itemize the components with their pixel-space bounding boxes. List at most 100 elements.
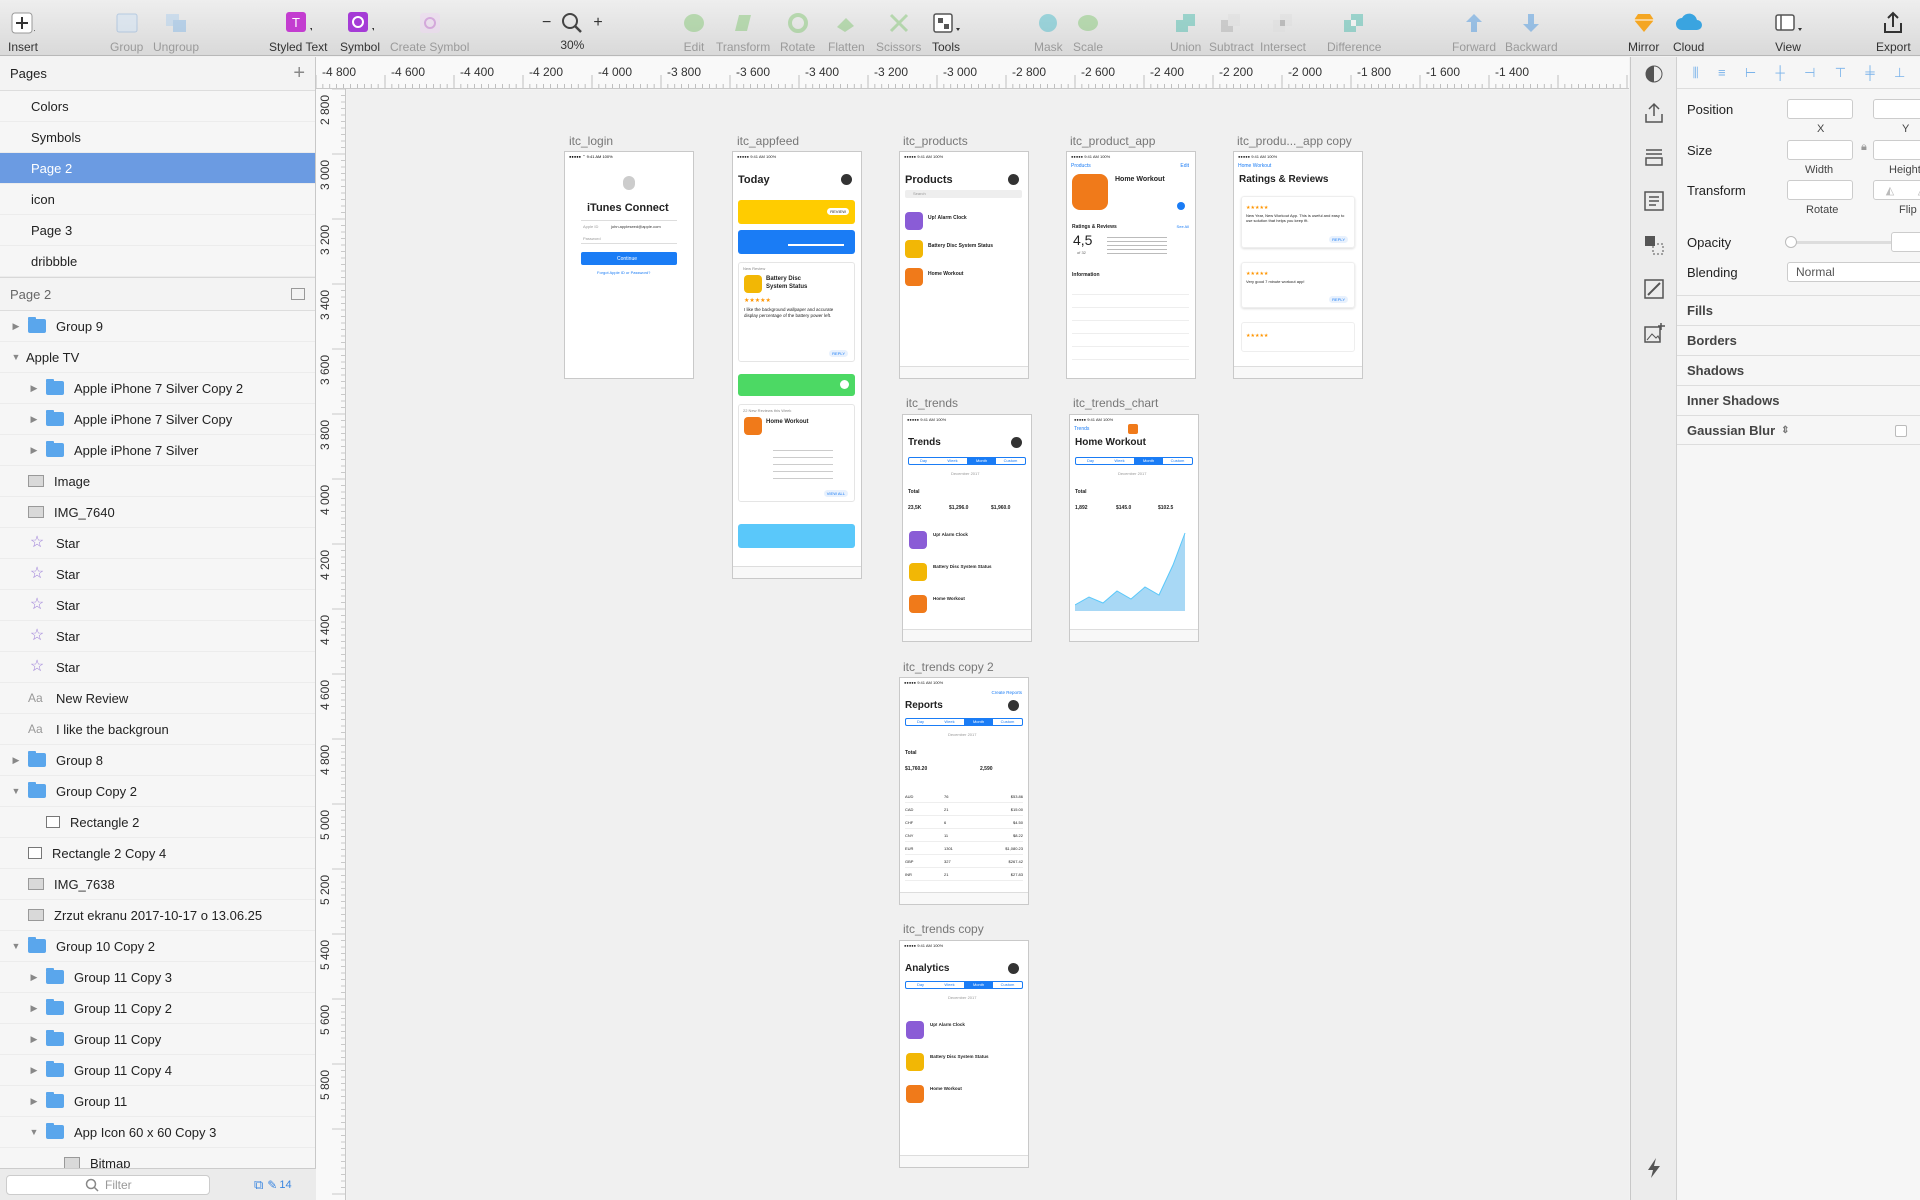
layer-row[interactable]: ▶ Group 9 bbox=[0, 311, 315, 342]
disclosure-down-icon[interactable]: ▼ bbox=[10, 940, 22, 952]
cloud-button[interactable]: Cloud bbox=[1673, 4, 1704, 54]
ungroup-button[interactable]: Ungroup bbox=[153, 4, 199, 54]
new-review-card[interactable]: New Review Battery Disc System Status ★★… bbox=[738, 262, 855, 362]
styled-text-button[interactable]: T Styled Text bbox=[269, 4, 327, 54]
artboard-name-product-app-copy[interactable]: itc_produ..._app copy bbox=[1237, 134, 1352, 148]
union-button[interactable]: Union bbox=[1170, 4, 1201, 54]
align-center-h-icon[interactable]: ┼ bbox=[1776, 65, 1785, 80]
page-item[interactable]: icon bbox=[0, 184, 315, 215]
layer-row[interactable]: ▶ Group 8 bbox=[0, 745, 315, 776]
distribute-h-icon[interactable]: ⫼ bbox=[1693, 65, 1699, 81]
position-y-input[interactable] bbox=[1873, 99, 1920, 119]
review-card[interactable]: ★★★★★ New Year, New Workout App. This is… bbox=[1241, 196, 1355, 248]
rotate-button[interactable]: Rotate bbox=[780, 4, 815, 54]
distribute-v-icon[interactable]: ≡ bbox=[1718, 65, 1726, 80]
artboard-name-product-app[interactable]: itc_product_app bbox=[1070, 134, 1155, 148]
shadows-section[interactable]: Shadows bbox=[1677, 355, 1920, 385]
layer-row[interactable]: IMG_7640 bbox=[0, 497, 315, 528]
view-button[interactable]: View bbox=[1774, 4, 1802, 54]
layer-row[interactable]: ▶ Apple iPhone 7 Silver Copy 2 bbox=[0, 373, 315, 404]
align-bottom-icon[interactable]: ⊥ bbox=[1894, 65, 1905, 81]
review-card[interactable]: REVIEW bbox=[738, 200, 855, 224]
layout-icon[interactable] bbox=[1631, 135, 1677, 179]
insert-button[interactable]: Insert bbox=[8, 4, 38, 54]
flatten-button[interactable]: Flatten bbox=[828, 4, 865, 54]
subtract-button[interactable]: Subtract bbox=[1209, 4, 1254, 54]
layer-row[interactable]: ☆ Star bbox=[0, 590, 315, 621]
page-item[interactable]: dribbble bbox=[0, 246, 315, 277]
blending-select[interactable]: Normal ⇕ bbox=[1787, 262, 1920, 282]
artboard-trends-chart[interactable]: ●●●●● 9:41 AM 100% Trends Home Workout D… bbox=[1070, 415, 1198, 641]
segmented-control[interactable]: Day Week Month Custom bbox=[908, 457, 1026, 465]
align-middle-icon[interactable]: ╪ bbox=[1865, 65, 1874, 80]
width-input[interactable] bbox=[1787, 140, 1853, 160]
disclosure-right-icon[interactable]: ▶ bbox=[28, 413, 40, 425]
style-icon[interactable] bbox=[1631, 57, 1677, 91]
review-card[interactable]: ★★★★★ Very good 7 minute workout app! RE… bbox=[1241, 262, 1355, 308]
artboard-login[interactable]: ●●●●● ⌃ 9:41 AM 100% iTunes Connect Appl… bbox=[565, 152, 693, 378]
inner-shadows-section[interactable]: Inner Shadows bbox=[1677, 385, 1920, 415]
continue-button[interactable]: Continue bbox=[581, 252, 677, 265]
transform-button[interactable]: Transform bbox=[716, 4, 770, 54]
page-item[interactable]: Colors bbox=[0, 91, 315, 122]
layer-row[interactable]: ▶ Group 11 Copy bbox=[0, 1024, 315, 1055]
zoom-control[interactable]: − + 30% bbox=[542, 4, 603, 54]
artboard-product-app-copy[interactable]: ●●●●● 9:41 AM 100% Home Workout Ratings … bbox=[1234, 152, 1362, 378]
artboard-name-trends-copy[interactable]: itc_trends copy bbox=[903, 922, 984, 936]
upload-card[interactable] bbox=[738, 230, 855, 254]
artboard-name-trends-copy2[interactable]: itc_trends copy 2 bbox=[903, 660, 994, 674]
artboard-name-trends-chart[interactable]: itc_trends_chart bbox=[1073, 396, 1158, 410]
disclosure-down-icon[interactable]: ▼ bbox=[28, 1126, 40, 1138]
search-field[interactable]: Search bbox=[905, 190, 1022, 198]
resize-icon[interactable] bbox=[1631, 223, 1677, 267]
opacity-slider-handle[interactable] bbox=[1785, 236, 1797, 248]
borders-section[interactable]: Borders bbox=[1677, 325, 1920, 355]
layer-row[interactable]: Rectangle 2 Copy 4 bbox=[0, 838, 315, 869]
forgot-link[interactable]: Forgot Apple ID or Password? bbox=[597, 270, 650, 275]
layer-row[interactable]: ▼ Apple TV bbox=[0, 342, 315, 373]
image-edit-icon[interactable] bbox=[1631, 267, 1677, 311]
page-item[interactable]: Page 2 bbox=[0, 153, 315, 184]
layer-row[interactable]: ▶ Group 11 Copy 2 bbox=[0, 993, 315, 1024]
weekly-reviews-card[interactable]: 22 New Reviews this Week Home Workout VI… bbox=[738, 404, 855, 502]
blur-checkbox[interactable] bbox=[1895, 425, 1907, 437]
position-x-input[interactable] bbox=[1787, 99, 1853, 119]
layer-row[interactable]: IMG_7638 bbox=[0, 869, 315, 900]
disclosure-down-icon[interactable]: ▼ bbox=[10, 351, 22, 363]
report-card[interactable] bbox=[738, 524, 855, 548]
layer-row[interactable]: ☆ Star bbox=[0, 528, 315, 559]
layer-row[interactable]: ▶ Group 11 Copy 3 bbox=[0, 962, 315, 993]
layer-row[interactable]: ▼ App Icon 60 x 60 Copy 3 bbox=[0, 1117, 315, 1148]
collapse-icon[interactable] bbox=[291, 288, 305, 300]
pages-copy-icon[interactable]: ⧉ bbox=[254, 1177, 263, 1193]
intersect-button[interactable]: Intersect bbox=[1260, 4, 1306, 54]
layer-row[interactable]: ▶ Group 11 Copy 4 bbox=[0, 1055, 315, 1086]
scissors-button[interactable]: Scissors bbox=[876, 4, 921, 54]
align-right-icon[interactable]: ⊣ bbox=[1804, 65, 1815, 81]
align-top-icon[interactable]: ⊤ bbox=[1835, 65, 1846, 81]
layer-row[interactable]: ☆ Star bbox=[0, 652, 315, 683]
artboard-name-products[interactable]: itc_products bbox=[903, 134, 968, 148]
layer-row[interactable]: ▶ Apple iPhone 7 Silver bbox=[0, 435, 315, 466]
edit-count-icon[interactable]: ✎ bbox=[267, 1178, 277, 1192]
disclosure-right-icon[interactable]: ▶ bbox=[28, 1064, 40, 1076]
gaussian-blur-section[interactable]: Gaussian Blur ⇕ bbox=[1677, 415, 1920, 445]
layer-row[interactable]: Aa I like the backgroun bbox=[0, 714, 315, 745]
add-image-icon[interactable] bbox=[1631, 311, 1677, 355]
filter-input[interactable]: Filter bbox=[6, 1174, 210, 1195]
height-input[interactable] bbox=[1873, 140, 1920, 160]
artboard-reports[interactable]: ●●●●● 9:41 AM 100% Create Reports Report… bbox=[900, 678, 1028, 904]
scale-button[interactable]: Scale bbox=[1073, 4, 1103, 54]
disclosure-right-icon[interactable]: ▶ bbox=[28, 444, 40, 456]
lock-icon[interactable]: 🔒︎ bbox=[1861, 141, 1867, 154]
layer-row[interactable]: ☆ Star bbox=[0, 621, 315, 652]
export-button[interactable]: Export bbox=[1876, 4, 1911, 54]
mask-button[interactable]: Mask bbox=[1034, 4, 1063, 54]
layer-row[interactable]: ▼ Group Copy 2 bbox=[0, 776, 315, 807]
layer-row[interactable]: ▶ Group 11 bbox=[0, 1086, 315, 1117]
zoom-out-icon[interactable]: − bbox=[542, 14, 551, 32]
artboard-product-app[interactable]: ●●●●● 9:41 AM 100% Products Edit Home Wo… bbox=[1067, 152, 1195, 378]
layer-row[interactable]: Image bbox=[0, 466, 315, 497]
disclosure-right-icon[interactable]: ▶ bbox=[10, 754, 22, 766]
segmented-control[interactable]: Day Week Month Custom bbox=[905, 981, 1023, 989]
